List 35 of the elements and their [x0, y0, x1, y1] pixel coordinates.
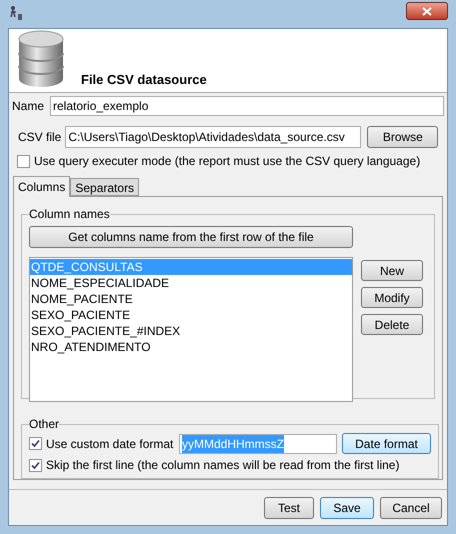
checkbox-label: Skip the first line (the column names will be read from the first line) — [46, 457, 400, 474]
get-columns-button[interactable]: Get columns name from the first row of the file — [29, 226, 353, 248]
checkbox[interactable] — [17, 154, 30, 168]
group-legend: Column names — [29, 205, 110, 223]
list-item[interactable]: NRO_ATENDIMENTO — [30, 339, 352, 355]
close-icon — [422, 6, 432, 16]
tab[interactable]: Columns — [13, 176, 70, 197]
app-icon — [8, 5, 24, 23]
date-format-button[interactable]: Date format — [342, 433, 431, 454]
group-legend: Other — [29, 415, 60, 433]
list-action-button[interactable]: New — [361, 260, 423, 281]
list-item[interactable]: NOME_ESPECIALIDADE — [30, 275, 352, 291]
checkmark-icon — [31, 439, 40, 448]
name-label: Name — [12, 98, 44, 115]
csv-file-label: CSV file — [18, 129, 62, 146]
selected-text: yyMMddHHmmssZ — [182, 434, 284, 452]
name-field[interactable]: relatorio_exemplo — [50, 96, 444, 116]
dialog-title: File CSV datasource — [81, 70, 207, 88]
list-item[interactable]: SEXO_PACIENTE_#INDEX — [30, 323, 352, 339]
list-item[interactable]: NOME_PACIENTE — [30, 291, 352, 307]
tab[interactable]: Separators — [70, 178, 140, 196]
checkbox[interactable] — [29, 437, 42, 450]
checkmark-icon — [31, 460, 40, 470]
list-item[interactable]: SEXO_PACIENTE — [30, 307, 352, 323]
dialog-button[interactable]: Test — [264, 496, 314, 518]
checkbox-label: Use custom date format — [46, 436, 174, 452]
dialog-button[interactable]: Cancel — [380, 496, 442, 518]
list-action-button[interactable]: Modify — [361, 287, 423, 308]
list-action-button[interactable]: Delete — [361, 314, 423, 335]
browse-button[interactable]: Browse — [367, 126, 438, 148]
dialog-button[interactable]: Save — [320, 496, 374, 518]
checkbox[interactable] — [29, 458, 42, 472]
close-button[interactable] — [406, 2, 448, 20]
checkbox-label: Use query executer mode (the report must use the CSV query language) — [34, 153, 420, 170]
csv-file-field[interactable]: C:\Users\Tiago\Desktop\Atividades\data_source.csv — [65, 126, 362, 148]
